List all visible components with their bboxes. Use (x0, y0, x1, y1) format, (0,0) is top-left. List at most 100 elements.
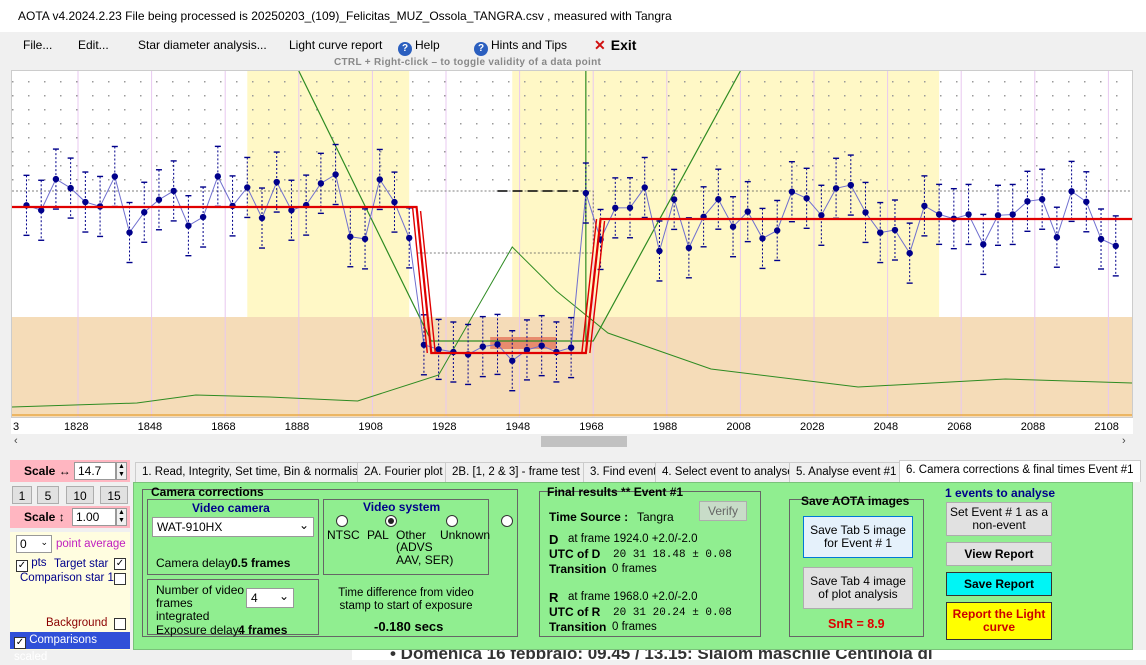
grid-dot (428, 137, 430, 139)
tab-frame-test[interactable]: 2B. [1, 2 & 3] - frame test (445, 462, 587, 482)
grid-dot (140, 123, 142, 125)
grid-dot (268, 137, 270, 139)
d-transition-value: 0 frames (612, 563, 657, 575)
grid-dot (252, 81, 254, 83)
grid-dot (700, 81, 702, 83)
radio-unknown[interactable] (501, 515, 514, 527)
grid-dot (908, 179, 910, 181)
data-point (347, 233, 354, 240)
tab-read-integrity[interactable]: 1. Read, Integrity, Set time, Bin & norm… (135, 462, 372, 482)
grid-dot (92, 123, 94, 125)
data-point (994, 212, 1002, 219)
scale-1-button[interactable]: 1 (12, 486, 32, 504)
grid-dot (732, 137, 734, 139)
data-point (891, 226, 899, 234)
scale-v-spinner[interactable]: ▲ ▼ (116, 508, 127, 526)
data-point (52, 175, 60, 183)
data-point (818, 212, 825, 219)
menu-edit[interactable]: Edit... (78, 38, 109, 52)
tab-camera-corrections[interactable]: 6. Camera corrections & final times Even… (899, 460, 1141, 482)
grid-dot (60, 179, 62, 181)
background-checkbox[interactable] (114, 618, 126, 630)
data-point (921, 202, 928, 210)
comparison-star-checkbox[interactable] (114, 573, 126, 585)
radio-ntsc[interactable] (336, 515, 348, 527)
scroll-thumb[interactable] (541, 436, 627, 447)
grid-dot (588, 165, 590, 167)
grid-dot (956, 109, 958, 111)
grid-dot (220, 81, 222, 83)
grid-dot (812, 123, 814, 125)
camera-model-select[interactable]: WAT-910HX ⌄ (152, 517, 314, 537)
menu-hints[interactable]: ? Hints and Tips (474, 38, 567, 56)
grid-dot (700, 179, 702, 181)
plot-scrollbar[interactable]: ‹ › (11, 434, 1133, 449)
verify-button[interactable]: Verify (699, 501, 747, 521)
grid-dot (348, 137, 350, 139)
camera-delay-value: 0.5 frames (231, 556, 291, 570)
grid-dot (396, 151, 398, 153)
grid-dot (12, 137, 14, 139)
grid-dot (1004, 95, 1006, 97)
save-tab5-image-button[interactable]: Save Tab 5 image for Event # 1 (803, 516, 913, 558)
report-light-curve-button[interactable]: Report the Light curve (946, 602, 1052, 640)
grid-dot (588, 109, 590, 111)
menu-light-curve-report[interactable]: Light curve report (289, 38, 382, 52)
menu-help[interactable]: ? Help (398, 38, 440, 56)
grid-dot (124, 151, 126, 153)
scale-h-input[interactable]: 14.7 (74, 462, 116, 480)
x-tick-label: 2048 (874, 421, 898, 433)
grid-dot (700, 109, 702, 111)
grid-dot (92, 109, 94, 111)
radio-other[interactable] (445, 515, 458, 527)
utc-d-label: UTC of D (549, 547, 601, 561)
grid-dot (156, 151, 158, 153)
plot-canvas[interactable] (3, 70, 1133, 417)
pts-checkbox[interactable]: ✓ pts (16, 557, 47, 572)
tab-fourier-plot[interactable]: 2A. Fourier plot (357, 462, 450, 482)
data-point (1097, 235, 1105, 243)
light-curve-plot[interactable] (3, 70, 1133, 418)
grid-dot (524, 165, 526, 167)
scale-v-row: Scale ↕ 1.00 ▲ ▼ (10, 506, 130, 528)
r-label: R (549, 590, 559, 605)
grid-dot (588, 137, 590, 139)
scale-h-spinner[interactable]: ▲ ▼ (116, 462, 127, 480)
grid-dot (140, 165, 142, 167)
tab-select-event[interactable]: 4. Select event to analyse (655, 462, 801, 482)
grid-dot (492, 151, 494, 153)
grid-dot (236, 137, 238, 139)
menu-file[interactable]: File... (23, 38, 52, 52)
grid-dot (140, 81, 142, 83)
comparisons-scaled-checkbox[interactable]: ✓ Comparisons scaled (10, 632, 130, 663)
grid-dot (252, 123, 254, 125)
view-report-button[interactable]: View Report (946, 542, 1052, 566)
grid-dot (908, 151, 910, 153)
frames-integrated-select[interactable]: 4 ⌄ (246, 588, 294, 608)
menu-exit[interactable]: ✕ Exit (594, 37, 636, 54)
scale-10-button[interactable]: 10 (66, 486, 94, 504)
tab-analyse-event[interactable]: 5. Analyse event #1 (789, 462, 904, 482)
x-tick-label: 1888 (285, 421, 309, 433)
grid-dot (172, 109, 174, 111)
grid-dot (620, 109, 622, 111)
grid-dot (1100, 109, 1102, 111)
target-star-checkbox[interactable]: ✓ (114, 558, 126, 570)
scale-15-button[interactable]: 15 (100, 486, 128, 504)
scroll-left-arrow[interactable]: ‹ (14, 435, 18, 447)
save-report-button[interactable]: Save Report (946, 572, 1052, 596)
grid-dot (1036, 81, 1038, 83)
grid-dot (636, 123, 638, 125)
scale-5-button[interactable]: 5 (37, 486, 59, 504)
scale-v-input[interactable]: 1.00 (72, 508, 116, 526)
scroll-right-arrow[interactable]: › (1122, 435, 1126, 447)
grid-dot (1036, 95, 1038, 97)
point-average-select[interactable]: 0 ⌄ (16, 535, 52, 553)
grid-dot (204, 123, 206, 125)
save-tab4-image-button[interactable]: Save Tab 4 image of plot analysis (803, 567, 913, 609)
background-window: • Domenica 16 febbraio: 09.45 / 13.15: S… (352, 650, 1146, 660)
grid-dot (28, 137, 30, 139)
set-nonevent-button[interactable]: Set Event # 1 as a non-event (946, 502, 1052, 536)
menu-star-diameter[interactable]: Star diameter analysis... (138, 38, 267, 52)
grid-dot (748, 95, 750, 97)
